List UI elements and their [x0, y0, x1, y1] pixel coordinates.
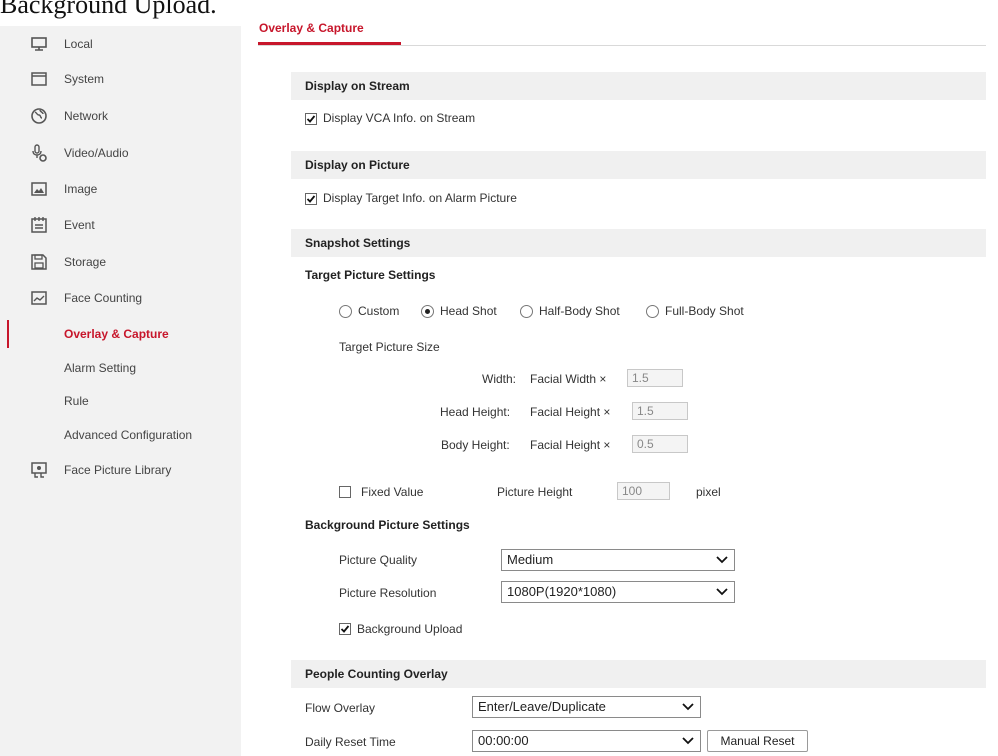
sidebar-item-label: Rule [64, 394, 89, 408]
chevron-down-icon [716, 556, 728, 564]
sidebar-item-label: Advanced Configuration [64, 428, 193, 442]
picture-quality-value: Medium [507, 552, 554, 567]
radio-half-body-shot-label: Half-Body Shot [539, 304, 620, 318]
body-height-desc: Facial Height × [530, 438, 611, 452]
picture-resolution-select[interactable]: 1080P(1920*1080) [501, 581, 735, 603]
section-display-on-stream: Display on Stream [291, 72, 986, 100]
image-icon [30, 180, 48, 198]
flow-overlay-value: Enter/Leave/Duplicate [478, 699, 606, 714]
sidebar-item-network[interactable]: Network [0, 99, 241, 133]
face-counting-icon [30, 289, 48, 307]
picture-height-input[interactable]: 100 [617, 482, 670, 500]
radio-full-body-shot[interactable] [646, 305, 659, 318]
sidebar-item-rule[interactable]: Rule [0, 384, 241, 418]
fixed-value-checkbox[interactable] [339, 486, 351, 498]
body-height-label: Body Height: [441, 438, 510, 452]
width-input[interactable]: 1.5 [627, 369, 683, 387]
check-icon [340, 625, 350, 633]
document-title: Background Upload. [0, 0, 217, 19]
sidebar-item-event[interactable]: Event [0, 208, 241, 242]
sidebar-item-local[interactable]: Local [0, 27, 241, 61]
system-window-icon [30, 70, 48, 88]
sidebar-item-label: Local [64, 37, 93, 51]
sidebar-item-label: Alarm Setting [64, 361, 137, 375]
flow-overlay-select[interactable]: Enter/Leave/Duplicate [472, 696, 701, 718]
section-display-on-picture: Display on Picture [291, 151, 986, 179]
width-label: Width: [482, 372, 517, 386]
display-vca-label: Display VCA Info. on Stream [323, 111, 476, 125]
background-upload-label: Background Upload [357, 622, 463, 636]
picture-quality-label: Picture Quality [339, 553, 418, 567]
target-picture-settings-title: Target Picture Settings [305, 268, 436, 282]
section-title: Snapshot Settings [305, 236, 411, 250]
radio-custom[interactable] [339, 305, 352, 318]
picture-height-label: Picture Height [497, 485, 573, 499]
check-icon [306, 115, 316, 123]
picture-resolution-label: Picture Resolution [339, 586, 437, 600]
sidebar-item-label: Face Counting [64, 291, 143, 305]
globe-icon [30, 107, 48, 125]
sidebar: Local System Network Video/Audio Image E… [0, 26, 241, 756]
check-icon [306, 195, 316, 203]
sidebar-item-label: System [64, 72, 105, 86]
sidebar-item-image[interactable]: Image [0, 172, 241, 206]
background-upload-checkbox[interactable] [339, 623, 351, 635]
radio-head-shot-label: Head Shot [440, 304, 497, 318]
chevron-down-icon [682, 737, 694, 745]
section-title: Display on Stream [305, 79, 410, 93]
display-vca-checkbox[interactable] [305, 113, 317, 125]
daily-reset-time-label: Daily Reset Time [305, 735, 396, 749]
picture-resolution-value: 1080P(1920*1080) [507, 584, 617, 599]
sidebar-item-storage[interactable]: Storage [0, 245, 241, 279]
daily-reset-time-select[interactable]: 00:00:00 [472, 730, 701, 752]
radio-head-shot[interactable] [421, 305, 434, 318]
daily-reset-time-value: 00:00:00 [478, 733, 529, 748]
sidebar-item-label: Storage [64, 255, 107, 269]
fixed-value-label: Fixed Value [361, 485, 424, 499]
target-picture-size-label: Target Picture Size [339, 340, 440, 354]
sidebar-item-label: Face Picture Library [64, 463, 172, 477]
microphone-gear-icon [30, 144, 48, 162]
radio-custom-label: Custom [358, 304, 400, 318]
sidebar-item-label: Video/Audio [64, 146, 129, 160]
section-snapshot-settings: Snapshot Settings [291, 229, 986, 257]
sidebar-item-system[interactable]: System [0, 62, 241, 96]
head-height-label: Head Height: [440, 405, 511, 419]
head-height-desc: Facial Height × [530, 405, 611, 419]
section-title: Display on Picture [305, 158, 410, 172]
chevron-down-icon [682, 703, 694, 711]
monitor-icon [30, 35, 48, 53]
pixel-unit-label: pixel [696, 485, 721, 499]
sidebar-item-label: Overlay & Capture [64, 327, 169, 341]
face-library-icon [30, 461, 48, 479]
display-target-label: Display Target Info. on Alarm Picture [323, 191, 517, 205]
tab-active-underline [258, 42, 401, 45]
section-people-counting-overlay: People Counting Overlay [291, 660, 986, 688]
picture-quality-select[interactable]: Medium [501, 549, 735, 571]
section-title: People Counting Overlay [305, 667, 448, 681]
sidebar-item-label: Image [64, 182, 98, 196]
manual-reset-button[interactable]: Manual Reset [707, 730, 808, 752]
sidebar-item-face-counting[interactable]: Face Counting [0, 281, 241, 315]
width-desc: Facial Width × [530, 372, 607, 386]
head-height-input[interactable]: 1.5 [632, 402, 688, 420]
sidebar-item-label: Event [64, 218, 95, 232]
radio-full-body-shot-label: Full-Body Shot [665, 304, 744, 318]
flow-overlay-label: Flow Overlay [305, 701, 376, 715]
sidebar-item-alarm-setting[interactable]: Alarm Setting [0, 351, 241, 385]
tab-overlay-capture[interactable]: Overlay & Capture [259, 21, 364, 35]
display-target-checkbox[interactable] [305, 193, 317, 205]
sidebar-item-label: Network [64, 109, 109, 123]
sidebar-item-video-audio[interactable]: Video/Audio [0, 136, 241, 170]
floppy-disk-icon [30, 253, 48, 271]
radio-half-body-shot[interactable] [520, 305, 533, 318]
calendar-icon [30, 216, 48, 234]
chevron-down-icon [716, 588, 728, 596]
sidebar-item-face-picture-library[interactable]: Face Picture Library [0, 453, 241, 487]
background-picture-settings-title: Background Picture Settings [305, 518, 470, 532]
sidebar-item-overlay-capture[interactable]: Overlay & Capture [0, 317, 241, 351]
body-height-input[interactable]: 0.5 [632, 435, 688, 453]
sidebar-item-advanced-configuration[interactable]: Advanced Configuration [0, 418, 241, 452]
